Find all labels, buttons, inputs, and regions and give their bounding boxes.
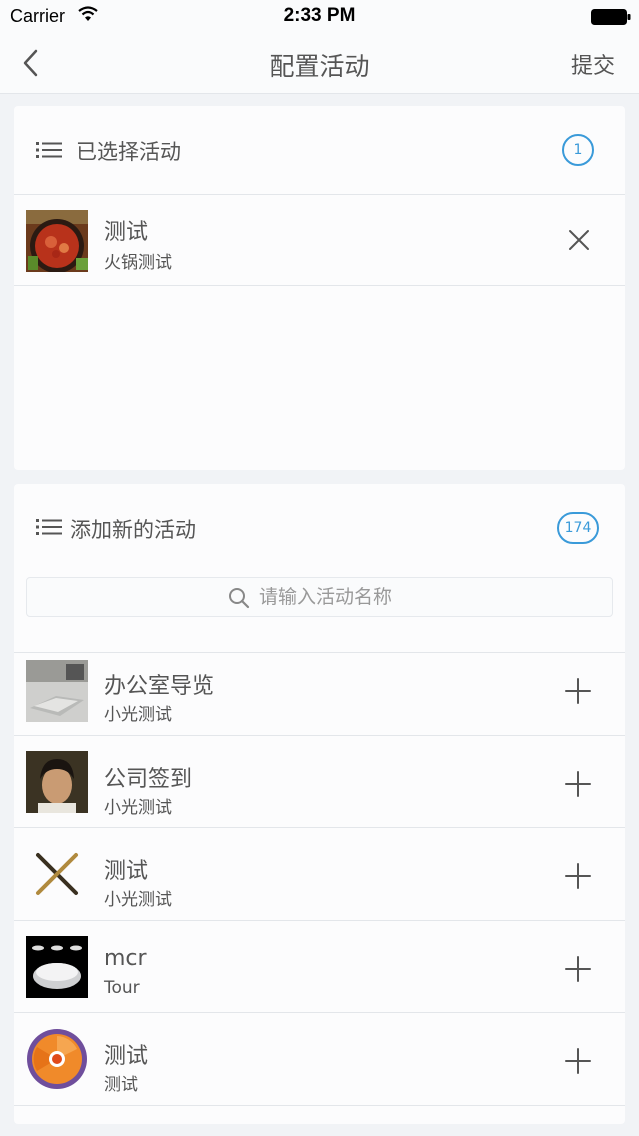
activity-subtitle: Tour: [104, 978, 140, 998]
plus-icon[interactable]: [565, 956, 591, 982]
clock: 2:33 PM: [283, 5, 356, 26]
activity-title: 办公室导览: [104, 674, 215, 699]
selected-activities-header: 已选择活动 1: [14, 106, 625, 194]
activity-subtitle: 小光测试: [104, 890, 172, 910]
office-thumbnail: [26, 660, 88, 722]
selected-activities-title: 已选择活动: [76, 140, 181, 164]
close-icon[interactable]: [567, 228, 591, 252]
list-icon: [36, 142, 62, 158]
plus-icon[interactable]: [565, 771, 591, 797]
battery-icon: [591, 9, 631, 25]
activity-total-badge: 174: [557, 512, 599, 544]
activity-title: 测试: [104, 859, 149, 884]
list-icon: [36, 519, 62, 535]
plus-icon[interactable]: [565, 1048, 591, 1074]
selected-activity-row[interactable]: 测试 火锅测试: [14, 194, 625, 286]
divider: [14, 285, 625, 286]
activity-row[interactable]: 办公室导览 小光测试: [14, 652, 625, 744]
search-bar[interactable]: [26, 577, 613, 617]
activity-title: 测试: [104, 220, 149, 245]
hotpot-thumbnail: [26, 210, 88, 272]
plus-icon[interactable]: [565, 863, 591, 889]
status-bar: Carrier 2:33 PM: [0, 0, 639, 34]
search-icon: [229, 588, 250, 609]
activity-row[interactable]: 测试 测试: [14, 1012, 625, 1104]
activity-row[interactable]: mcr Tour: [14, 920, 625, 1012]
activity-title: mcr: [104, 946, 147, 971]
activity-subtitle: 小光测试: [104, 798, 172, 818]
divider: [14, 1105, 625, 1106]
selected-activities-card: 已选择活动 1 测试 火锅测试: [14, 106, 625, 470]
add-activity-card: 添加新的活动 174 办公室导览 小光测试: [14, 484, 625, 1124]
add-activity-title: 添加新的活动: [70, 518, 196, 542]
orange-badge-thumbnail: [26, 1028, 88, 1090]
search-input[interactable]: [259, 582, 579, 612]
activity-title: 测试: [104, 1044, 149, 1069]
activity-subtitle: 小光测试: [104, 705, 172, 725]
activity-subtitle: 测试: [104, 1075, 138, 1095]
activity-subtitle: 火锅测试: [104, 253, 172, 273]
selected-count-badge: 1: [562, 134, 594, 166]
plus-icon[interactable]: [565, 678, 591, 704]
portrait-thumbnail: [26, 751, 88, 813]
submit-button[interactable]: 提交: [571, 48, 615, 80]
product-thumbnail: [26, 936, 88, 998]
navigation-bar: 配置活动 提交: [0, 34, 639, 94]
add-activity-header: 添加新的活动 174: [14, 484, 625, 572]
x-logo-thumbnail: [26, 843, 88, 905]
activity-row[interactable]: 测试 小光测试: [14, 827, 625, 919]
activity-row[interactable]: 公司签到 小光测试: [14, 735, 625, 827]
activity-title: 公司签到: [104, 767, 193, 792]
page-title: 配置活动: [269, 52, 370, 81]
